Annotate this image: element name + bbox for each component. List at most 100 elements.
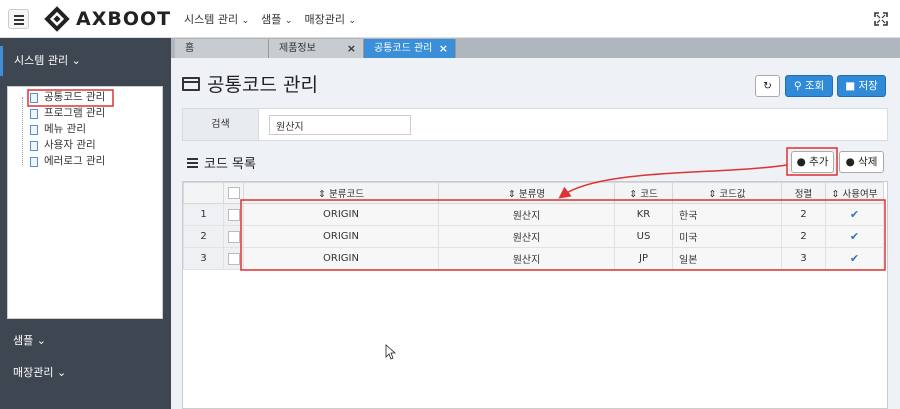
table-row[interactable]: 3 ORIGIN 원산지 JP 일본 3 ✔ [183, 247, 884, 270]
cell-sort[interactable]: 2 [781, 203, 826, 226]
tab-common-code[interactable]: 공통코드 관리 × [364, 39, 456, 58]
file-icon [30, 124, 38, 135]
header-group-name[interactable]: ⇕ 분류명 [438, 182, 615, 204]
checkbox[interactable] [227, 187, 240, 199]
cell-code[interactable]: KR [614, 203, 673, 226]
list-icon [187, 158, 198, 168]
add-button[interactable]: ● 추가 [791, 151, 834, 173]
chevron-down-icon: ⌄ [56, 366, 67, 379]
sidebar: 시스템 관리 ⌄ 공통코드 관리 프로그램 관리 메뉴 관리 사용자 관리 에러… [0, 38, 171, 409]
fullscreen-icon[interactable] [874, 12, 888, 26]
menu-tree: 공통코드 관리 프로그램 관리 메뉴 관리 사용자 관리 에러로그 관리 [7, 86, 163, 319]
close-icon[interactable]: × [439, 39, 448, 58]
check-icon[interactable]: ✔ [850, 252, 859, 265]
chevron-down-icon: ⌄ [71, 54, 81, 67]
hamburger-menu-icon[interactable] [8, 9, 29, 29]
cell-code[interactable]: US [614, 225, 673, 248]
code-list-grid: ⇕ 분류코드 ⇕ 분류명 ⇕ 코드 ⇕ 코드값 정렬 ⇕ 사용여부 1 ORIG… [182, 181, 888, 409]
sidebar-item-label: 공통코드 관리 [44, 91, 106, 103]
header-code-value[interactable]: ⇕ 코드값 [672, 182, 782, 204]
header-sort[interactable]: 정렬 [781, 182, 826, 204]
cell-group-name[interactable]: 원산지 [438, 247, 615, 270]
sidebar-item-common-code[interactable]: 공통코드 관리 [30, 90, 105, 105]
header-select-all[interactable] [223, 182, 244, 204]
sidebar-group-store[interactable]: 매장관리 ⌄ [0, 358, 79, 388]
delete-button[interactable]: ● 삭제 [839, 151, 884, 173]
file-icon [30, 156, 38, 167]
page-title: 공통코드 관리 [182, 70, 318, 97]
cell-sort[interactable]: 2 [781, 225, 826, 248]
row-select[interactable] [223, 225, 244, 248]
cell-group-name[interactable]: 원산지 [438, 203, 615, 226]
save-button[interactable]: ■ 저장 [837, 75, 886, 97]
sidebar-group-system[interactable]: 시스템 관리 ⌄ [0, 46, 171, 76]
chevron-down-icon: ⌄ [36, 334, 46, 347]
chevron-down-icon: ⌄ [284, 16, 293, 26]
close-icon[interactable]: × [347, 39, 356, 58]
cell-code-value[interactable]: 미국 [672, 225, 782, 248]
header-group-code[interactable]: ⇕ 분류코드 [243, 182, 439, 204]
cell-sort[interactable]: 3 [781, 247, 826, 270]
tree-connector [22, 97, 23, 165]
tab-home[interactable]: 홈 [175, 39, 269, 58]
topmenu-item-system[interactable]: 시스템 관리 ⌄ [184, 11, 249, 27]
logo-icon [44, 6, 70, 32]
cell-group-code[interactable]: ORIGIN [243, 203, 439, 226]
refresh-button[interactable]: ↻ [755, 75, 780, 97]
row-number: 3 [183, 247, 224, 270]
cell-use[interactable]: ✔ [825, 247, 884, 270]
table-header-row: ⇕ 분류코드 ⇕ 분류명 ⇕ 코드 ⇕ 코드값 정렬 ⇕ 사용여부 [183, 182, 884, 204]
top-bar: AXBOOT 시스템 관리 ⌄ 샘플 ⌄ 매장관리 ⌄ [0, 0, 900, 38]
plus-circle-icon: ● [796, 156, 806, 168]
sidebar-item-user[interactable]: 사용자 관리 [30, 138, 96, 153]
logo[interactable]: AXBOOT [44, 6, 171, 32]
file-icon [30, 140, 38, 151]
sidebar-item-menu[interactable]: 메뉴 관리 [30, 122, 86, 137]
checkbox[interactable] [227, 252, 240, 265]
topmenu-item-sample[interactable]: 샘플 ⌄ [261, 11, 292, 27]
header-code[interactable]: ⇕ 코드 [614, 182, 673, 204]
table-row[interactable]: 2 ORIGIN 원산지 US 미국 2 ✔ [183, 225, 884, 248]
sidebar-item-label: 에러로그 관리 [44, 155, 106, 167]
refresh-icon: ↻ [763, 80, 772, 92]
cell-use[interactable]: ✔ [825, 203, 884, 226]
header-use[interactable]: ⇕ 사용여부 [825, 182, 884, 204]
check-icon[interactable]: ✔ [850, 230, 859, 243]
table-row[interactable]: 1 ORIGIN 원산지 KR 한국 2 ✔ [183, 203, 884, 226]
chevron-down-icon: ⌄ [348, 16, 356, 26]
sidebar-item-label: 프로그램 관리 [44, 107, 106, 119]
checkbox[interactable] [227, 230, 240, 243]
header-rownum [183, 182, 224, 204]
sidebar-group-sample[interactable]: 샘플 ⌄ [0, 326, 59, 356]
search-input[interactable] [269, 115, 411, 135]
tab-product-info[interactable]: 제품정보 × [269, 39, 364, 58]
chevron-down-icon: ⌄ [241, 16, 250, 26]
cell-group-name[interactable]: 원산지 [438, 225, 615, 248]
checkbox[interactable] [227, 208, 240, 221]
cell-code[interactable]: JP [614, 247, 673, 270]
search-button[interactable]: ⚲ 조회 [785, 75, 833, 97]
code-table: ⇕ 분류코드 ⇕ 분류명 ⇕ 코드 ⇕ 코드값 정렬 ⇕ 사용여부 1 ORIG… [183, 182, 884, 270]
sidebar-item-program[interactable]: 프로그램 관리 [30, 106, 105, 121]
row-select[interactable] [223, 247, 244, 270]
sidebar-item-label: 메뉴 관리 [44, 123, 86, 135]
row-number: 2 [183, 225, 224, 248]
save-icon: ■ [845, 80, 856, 92]
sidebar-item-error-log[interactable]: 에러로그 관리 [30, 154, 105, 169]
section-title: 코드 목록 [187, 153, 256, 172]
window-icon [182, 76, 200, 91]
minus-circle-icon: ● [845, 156, 855, 168]
search-icon: ⚲ [793, 80, 802, 92]
cell-code-value[interactable]: 한국 [672, 203, 782, 226]
cell-use[interactable]: ✔ [825, 225, 884, 248]
row-select[interactable] [223, 203, 244, 226]
cell-code-value[interactable]: 일본 [672, 247, 782, 270]
file-icon [30, 108, 38, 119]
cell-group-code[interactable]: ORIGIN [243, 247, 439, 270]
file-icon [30, 92, 38, 103]
row-number: 1 [183, 203, 224, 226]
cell-group-code[interactable]: ORIGIN [243, 225, 439, 248]
sidebar-item-label: 사용자 관리 [44, 139, 96, 151]
topmenu-item-store[interactable]: 매장관리 ⌄ [304, 11, 356, 27]
check-icon[interactable]: ✔ [850, 208, 859, 221]
